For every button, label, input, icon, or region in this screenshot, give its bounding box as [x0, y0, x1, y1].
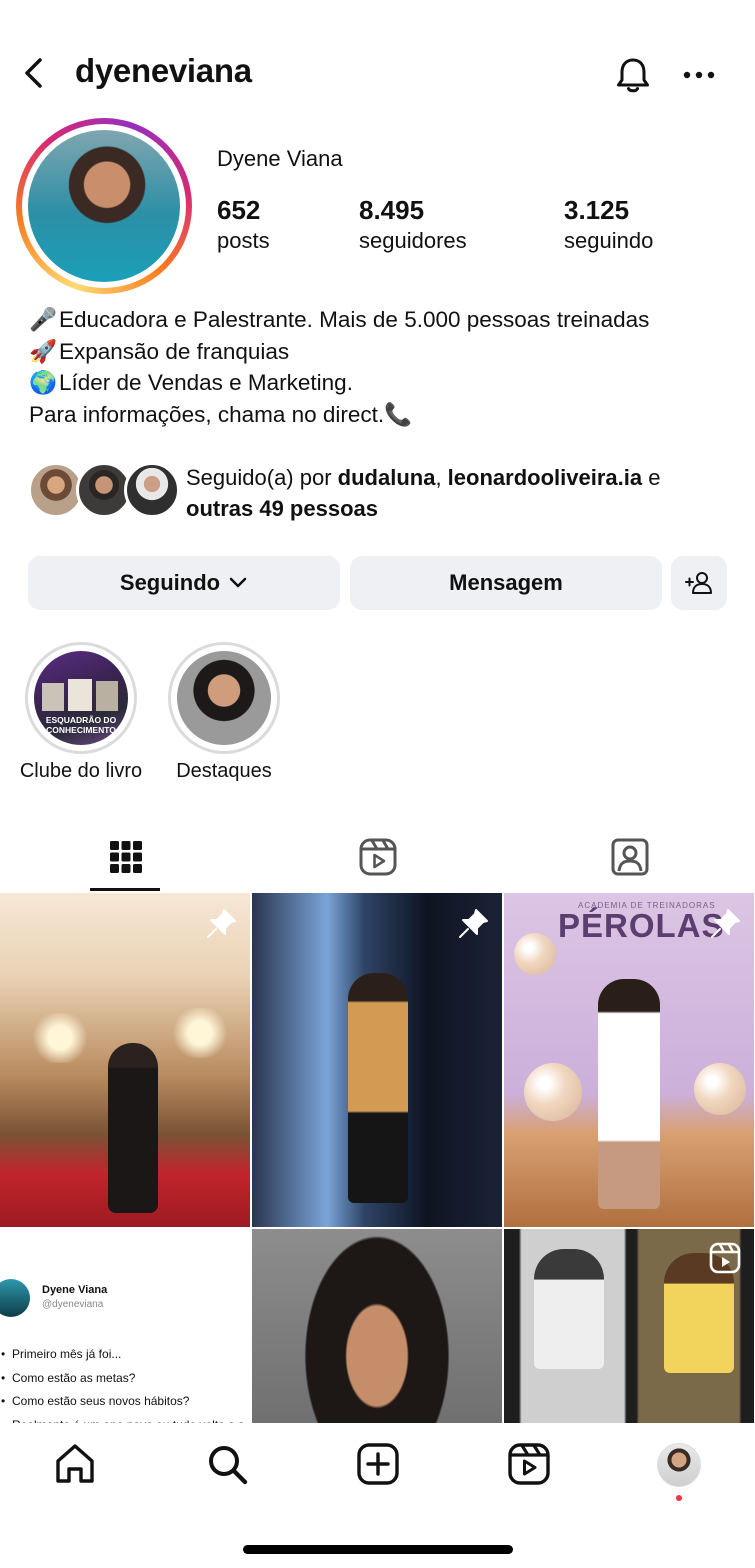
reels-icon[interactable] [506, 1441, 552, 1487]
suggested-people-button[interactable] [671, 556, 727, 610]
profile-username: dyeneviana [75, 52, 252, 89]
post-text-line: Como estão as metas? [12, 1367, 250, 1391]
profile-avatar-tab[interactable] [657, 1443, 701, 1487]
post-thumbnail[interactable] [0, 893, 250, 1227]
microphone-emoji: 🎤 [29, 307, 58, 332]
following-button[interactable]: Seguindo [28, 556, 340, 610]
active-tab-indicator [90, 888, 160, 891]
bio-line: 🎤Educadora e Palestrante. Mais de 5.000 … [29, 304, 749, 336]
post-text-line: Realmente é um ano novo ou tudo volta a … [12, 1414, 250, 1424]
profile-tabs [0, 822, 755, 892]
post-thumbnail[interactable]: Dyene Viana @dyeneviana Primeiro mês já … [0, 1229, 250, 1423]
highlight-cover: ESQUADRÃO DO CONHECIMENTO [34, 651, 128, 745]
profile-avatar[interactable] [16, 118, 192, 294]
notification-dot [676, 1495, 682, 1501]
mutual-followers[interactable]: Seguido(a) por dudaluna, leonardooliveir… [28, 462, 748, 524]
post-thumbnail[interactable] [504, 1229, 754, 1423]
tab-posts-grid[interactable] [0, 822, 251, 892]
profile-bio: 🎤Educadora e Palestrante. Mais de 5.000 … [29, 304, 749, 430]
home-icon[interactable] [52, 1441, 98, 1487]
create-post-icon[interactable] [355, 1441, 401, 1487]
bio-line: 🌍Líder de Vendas e Marketing. [29, 367, 749, 399]
post-text-line: Primeiro mês já foi... [12, 1343, 250, 1367]
bottom-navigation [0, 1423, 755, 1568]
tab-reels[interactable] [252, 822, 503, 892]
tagged-person-icon [611, 838, 648, 876]
bell-icon[interactable] [612, 54, 654, 96]
post-text-line: Como estão seus novos hábitos? [12, 1390, 250, 1414]
profile-header: dyeneviana [0, 40, 755, 110]
mutual-follower-avatar [124, 462, 180, 518]
reel-icon [709, 1242, 741, 1274]
highlight-label: Destaques [176, 760, 272, 782]
reels-icon [359, 838, 396, 876]
rocket-emoji: 🚀 [29, 338, 58, 364]
followers-count[interactable]: 8.495 seguidores [359, 194, 467, 256]
pin-icon [711, 909, 740, 938]
home-indicator [243, 1545, 513, 1554]
highlight-clube-do-livro[interactable]: ESQUADRÃO DO CONHECIMENTO Clube do livro [20, 642, 142, 782]
grid-icon [109, 841, 142, 873]
followed-by-text: Seguido(a) por dudaluna, leonardooliveir… [186, 465, 661, 521]
pin-icon [207, 909, 236, 938]
message-button[interactable]: Mensagem [350, 556, 662, 610]
back-arrow-icon[interactable] [18, 56, 52, 90]
post-thumbnail[interactable] [252, 1229, 502, 1423]
posts-grid: ACADEMIA DE TREINADORAS PÉROLAS Dyene Vi… [0, 893, 755, 1423]
following-count[interactable]: 3.125 seguindo [564, 194, 653, 256]
display-name: Dyene Viana [217, 146, 343, 171]
search-icon[interactable] [204, 1441, 250, 1487]
chevron-down-icon [229, 577, 247, 588]
posts-count[interactable]: 652 posts [217, 194, 270, 256]
pin-icon [459, 909, 488, 938]
tab-tagged[interactable] [504, 822, 755, 892]
post-thumbnail[interactable]: ACADEMIA DE TREINADORAS PÉROLAS [504, 893, 754, 1227]
highlight-cover-caption: ESQUADRÃO DO CONHECIMENTO [45, 715, 117, 735]
bio-line: Para informações, chama no direct.📞 [29, 401, 413, 427]
post-thumbnail[interactable] [252, 893, 502, 1227]
globe-emoji: 🌍 [29, 370, 58, 395]
highlight-cover [177, 651, 271, 745]
post-author-name: Dyene Viana [42, 1284, 108, 1296]
post-text-list: Primeiro mês já foi... Como estão as met… [12, 1343, 250, 1423]
profile-photo [28, 130, 180, 282]
post-author-avatar [0, 1279, 30, 1317]
add-person-icon [685, 572, 712, 594]
post-title: PÉROLAS [558, 907, 725, 944]
more-options-icon[interactable] [682, 60, 716, 90]
highlight-destaques[interactable]: Destaques [168, 642, 280, 782]
bio-line: 🚀Expansão de franquias [29, 336, 749, 368]
post-author-handle: @dyeneviana [42, 1299, 104, 1310]
